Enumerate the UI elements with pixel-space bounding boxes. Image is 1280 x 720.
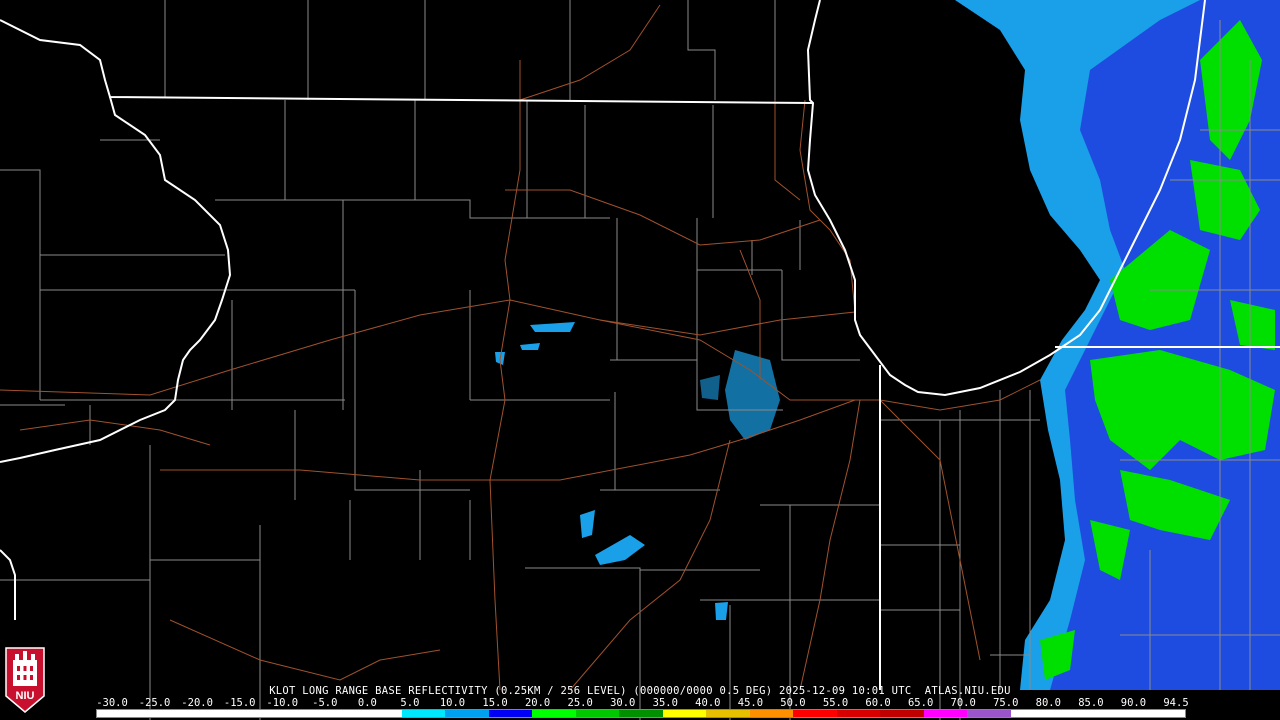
highways (0, 4, 1041, 691)
scale-label: 25.0 (567, 697, 593, 709)
precip-echoes (495, 0, 1280, 690)
scale-label: 75.0 (993, 697, 1019, 709)
colorbar-segment (532, 710, 576, 717)
scale-label: 30.0 (610, 697, 636, 709)
colorbar-segment (836, 710, 881, 717)
colorbar-segment (1054, 710, 1098, 717)
reflectivity-scale-labels: -30.0 -25.0 -20.0 -15.0 -10.0 -5.0 0.0 5.0 10.0 1… (0, 697, 1280, 709)
scale-label: 0.0 (357, 697, 377, 709)
scale-label: 50.0 (780, 697, 806, 709)
colorbar-segment (227, 710, 272, 717)
colorbar-segment (967, 710, 1011, 717)
scale-label: 90.0 (1120, 697, 1147, 709)
niu-logo (5, 647, 45, 713)
colorbar-segment (445, 710, 489, 717)
scale-label: 85.0 (1078, 697, 1104, 709)
reflectivity-colorbar (96, 709, 1186, 718)
scale-label: -30.0 (96, 697, 128, 709)
colorbar-segment (271, 710, 315, 717)
colorbar-segment (1097, 710, 1142, 717)
scale-label: 5.0 (400, 697, 420, 709)
colorbar-segment (1010, 710, 1055, 717)
scale-label: -10.0 (266, 697, 299, 709)
colorbar-segment (314, 710, 359, 717)
colorbar-segment (923, 710, 968, 717)
scale-label: 40.0 (695, 697, 721, 709)
scale-label: 45.0 (737, 697, 764, 709)
colorbar-segment (97, 710, 141, 717)
colorbar-segment (575, 710, 620, 717)
scale-label: -5.0 (312, 697, 338, 709)
niu-logo-text: NIU (15, 690, 35, 702)
scale-label: -25.0 (138, 697, 171, 709)
scale-label: 20.0 (524, 697, 551, 709)
colorbar-segment (184, 710, 228, 717)
radar-map (0, 0, 1280, 720)
colorbar-segment (662, 710, 707, 717)
scale-label: 70.0 (950, 697, 976, 709)
scale-label: -15.0 (223, 697, 256, 709)
scale-label: -20.0 (181, 697, 213, 709)
scale-label: 65.0 (907, 697, 934, 709)
scale-label: 55.0 (822, 697, 849, 709)
colorbar-segment (749, 710, 794, 717)
scale-label: 60.0 (865, 697, 891, 709)
scale-label: 15.0 (482, 697, 508, 709)
scale-label: 94.5 (1163, 697, 1189, 709)
colorbar-segment (140, 710, 185, 717)
scale-label: 80.0 (1035, 697, 1061, 709)
colorbar-segment (619, 710, 663, 717)
scale-label: 10.0 (439, 697, 466, 709)
colorbar-segment (1141, 710, 1185, 717)
colorbar-segment (358, 710, 402, 717)
colorbar-segment (401, 710, 446, 717)
colorbar-segment (706, 710, 750, 717)
colorbar-segment (488, 710, 533, 717)
colorbar-segment (793, 710, 837, 717)
colorbar-segment (880, 710, 924, 717)
scale-label: 35.0 (652, 697, 678, 709)
product-title: KLOT LONG RANGE BASE REFLECTIVITY (0.25K… (269, 685, 1011, 697)
